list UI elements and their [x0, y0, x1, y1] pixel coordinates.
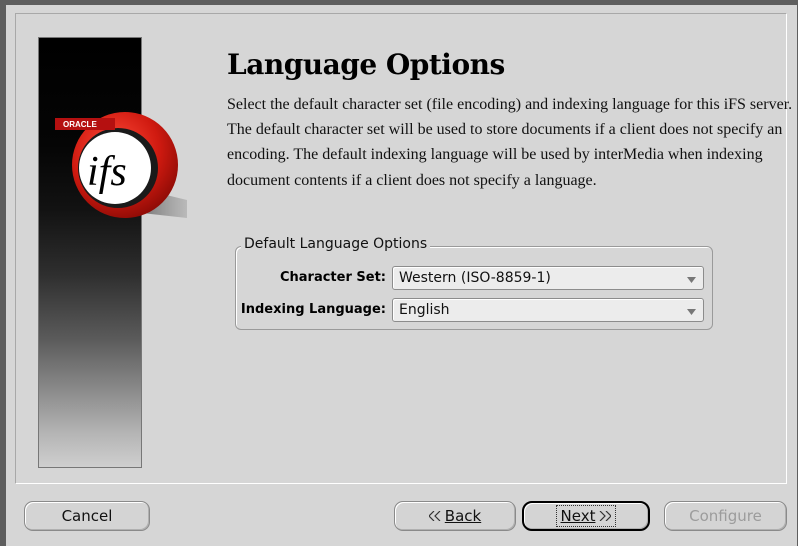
next-label: Next — [560, 507, 596, 525]
chevron-down-icon — [687, 309, 696, 315]
logo-brand-text: ORACLE — [63, 120, 97, 129]
configure-button[interactable]: Configure — [664, 501, 787, 531]
cancel-label: Cancel — [61, 507, 113, 525]
page-title: Language Options — [227, 48, 505, 81]
back-button[interactable]: Back — [394, 501, 516, 531]
indexing-language-label: Indexing Language: — [240, 302, 386, 317]
next-button[interactable]: Next — [522, 501, 650, 531]
side-banner — [38, 37, 142, 468]
indexing-language-value: English — [399, 302, 450, 318]
cancel-button[interactable]: Cancel — [24, 501, 150, 531]
configure-label: Configure — [689, 507, 762, 525]
double-chevron-left-icon — [428, 511, 441, 521]
group-title: Default Language Options — [241, 236, 431, 252]
character-set-label: Character Set: — [279, 270, 386, 285]
logo-product-text: ifs — [87, 149, 127, 195]
back-label: Back — [444, 507, 482, 525]
page-description: Select the default character set (file e… — [227, 96, 793, 189]
character-set-select[interactable]: Western (ISO-8859-1) — [392, 266, 704, 290]
indexing-language-select[interactable]: English — [392, 298, 704, 322]
chevron-down-icon — [687, 277, 696, 283]
oracle-ifs-logo: ORACLE ifs — [55, 110, 195, 220]
double-chevron-right-icon — [600, 511, 612, 521]
character-set-value: Western (ISO-8859-1) — [399, 270, 551, 286]
